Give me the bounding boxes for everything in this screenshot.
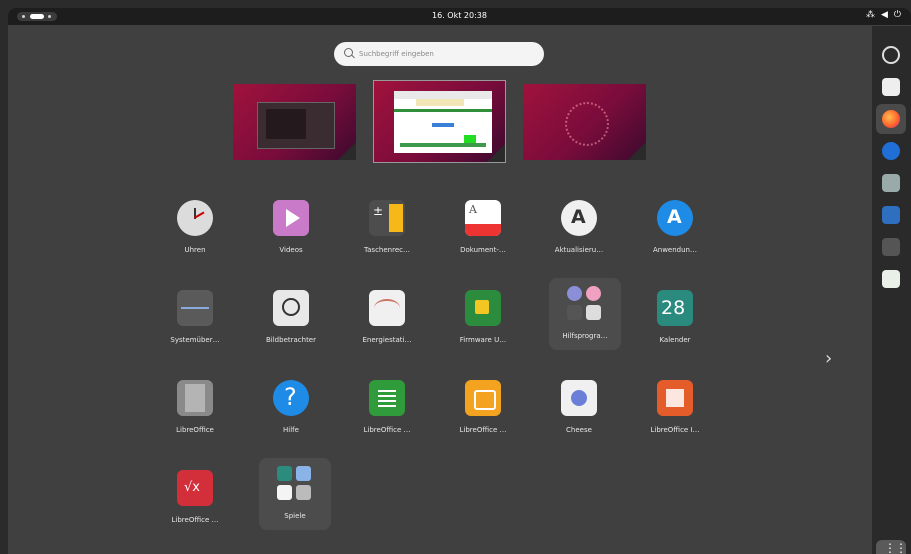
next-page-arrow-icon[interactable]: › [825, 348, 832, 369]
app-document-viewer[interactable]: A Dokument-… [447, 192, 519, 264]
software-updater-icon [561, 200, 597, 236]
app-calendar[interactable]: Kalender [639, 282, 711, 354]
workspace-thumbnail-2[interactable] [373, 80, 506, 163]
app-label: Videos [279, 246, 303, 254]
app-label: Cheese [566, 426, 592, 434]
app-power-statistics[interactable]: Energiestati… [351, 282, 423, 354]
cheese-icon [561, 380, 597, 416]
window-thumbnail-terminal [257, 102, 335, 149]
app-label: Kalender [659, 336, 691, 344]
toggle-app-icon[interactable] [882, 78, 900, 96]
help-icon [273, 380, 309, 416]
trash-icon[interactable] [882, 270, 900, 288]
app-system-monitor[interactable]: Systemüber… [159, 282, 231, 354]
thunderbird-icon[interactable] [882, 142, 900, 160]
calculator-icon: ± [369, 200, 405, 236]
calendar-icon [657, 290, 693, 326]
app-label: Anwendun… [652, 246, 697, 254]
network-icon: ⁂ [865, 10, 875, 20]
system-monitor-icon [177, 290, 213, 326]
search-input[interactable]: Suchbegriff eingeben [334, 42, 544, 66]
top-bar: 16. Okt 20:38 ⁂ ◀ ⏻ [8, 8, 911, 25]
app-software-updater[interactable]: Aktualisieru… [543, 192, 615, 264]
image-viewer-icon [273, 290, 309, 326]
app-label: Systemüber… [170, 336, 220, 344]
app-calculator[interactable]: ± Taschenrec… [351, 192, 423, 264]
app-videos[interactable]: Videos [255, 192, 327, 264]
app-libreoffice[interactable]: LibreOffice [159, 372, 231, 444]
wallpaper-emblem [565, 102, 609, 146]
overview-screen: 16. Okt 20:38 ⁂ ◀ ⏻ Suchbegriff eingeben U… [8, 8, 911, 554]
firmware-updater-icon [465, 290, 501, 326]
app-label: Uhren [184, 246, 206, 254]
power-icon: ⏻ [893, 10, 901, 20]
terminal-icon[interactable] [882, 238, 900, 256]
app-label: Aktualisieru… [554, 246, 604, 254]
app-libreoffice-math[interactable]: LibreOffice … [159, 462, 231, 534]
folder-games[interactable]: Spiele [259, 458, 331, 530]
clock-datetime[interactable]: 16. Okt 20:38 [8, 11, 911, 20]
search-icon [344, 48, 353, 57]
app-image-viewer[interactable]: Bildbetrachter [255, 282, 327, 354]
firefox-icon[interactable] [876, 104, 906, 134]
app-label: Spiele [284, 512, 306, 520]
app-app-center[interactable]: Anwendun… [639, 192, 711, 264]
power-statistics-icon [369, 290, 405, 326]
app-libreoffice-calc[interactable]: LibreOffice … [351, 372, 423, 444]
system-menu[interactable]: ⁂ ◀ ⏻ [860, 10, 901, 20]
app-center-icon [657, 200, 693, 236]
app-label: Taschenrec… [364, 246, 410, 254]
app-label: LibreOffice [176, 426, 214, 434]
videos-icon [273, 200, 309, 236]
show-apps-icon: ⋮⋮⋮ [884, 541, 911, 554]
app-label: Dokument-… [460, 246, 506, 254]
libreoffice-icon [177, 380, 213, 416]
libreoffice-draw-icon [465, 380, 501, 416]
app-firmware-updater[interactable]: Firmware U… [447, 282, 519, 354]
games-folder-icon [277, 466, 313, 502]
workspace-thumbnail-3[interactable] [523, 84, 646, 160]
libreoffice-calc-icon [369, 380, 405, 416]
app-label: LibreOffice I… [650, 426, 700, 434]
dock [872, 26, 911, 554]
settings-icon[interactable] [882, 46, 900, 64]
app-cheese[interactable]: Cheese [543, 372, 615, 444]
utilities-folder-icon [567, 286, 603, 322]
files-icon[interactable] [882, 174, 900, 192]
app-label: Firmware U… [459, 336, 507, 344]
libreoffice-impress-icon [657, 380, 693, 416]
document-viewer-icon: A [465, 200, 501, 236]
app-label: Energiestati… [362, 336, 412, 344]
app-uhren[interactable]: Uhren [159, 192, 231, 264]
app-libreoffice-impress[interactable]: LibreOffice I… [639, 372, 711, 444]
app-libreoffice-draw[interactable]: LibreOffice … [447, 372, 519, 444]
window-thumbnail-browser [394, 91, 492, 153]
workspace-thumbnail-1[interactable] [233, 84, 356, 160]
app-label: Hilfsprogra… [562, 332, 608, 340]
app-label: LibreOffice … [171, 516, 219, 524]
folder-utilities[interactable]: Hilfsprogra… [549, 278, 621, 350]
app-label: LibreOffice … [363, 426, 411, 434]
search-placeholder: Suchbegriff eingeben [359, 50, 434, 58]
show-apps-button[interactable]: ⋮⋮⋮ [876, 540, 911, 554]
app-label: Hilfe [283, 426, 299, 434]
text-editor-icon[interactable] [882, 206, 900, 224]
clocks-icon [177, 200, 213, 236]
app-help[interactable]: Hilfe [255, 372, 327, 444]
libreoffice-math-icon [177, 470, 213, 506]
app-label: Bildbetrachter [265, 336, 316, 344]
app-label: LibreOffice … [459, 426, 507, 434]
volume-icon: ◀ [880, 10, 888, 20]
